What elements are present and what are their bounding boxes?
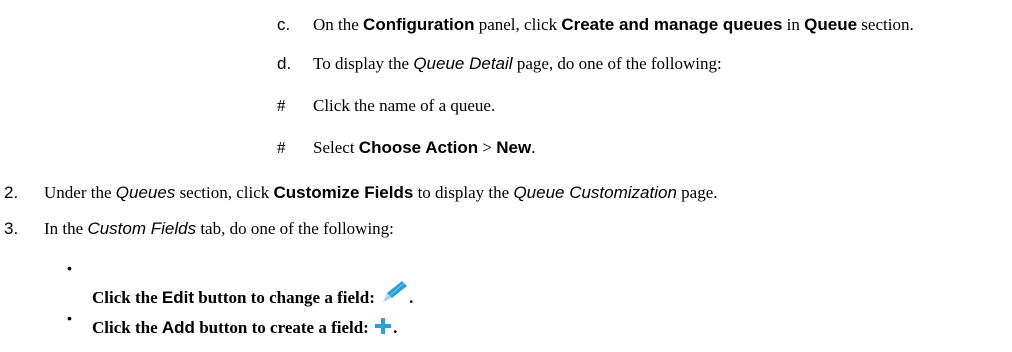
plus-icon — [375, 318, 392, 334]
bullet-2-text: Click the Add button to create a field: … — [92, 318, 398, 337]
step-c-text: On the Configuration panel, click Create… — [313, 15, 914, 34]
step-3-marker: 3. — [4, 219, 19, 238]
step-2-marker: 2. — [4, 183, 19, 202]
bullet-1-text: Click the Edit button to change a field:… — [92, 279, 413, 308]
step-d-subitem-2-text: Select Choose Action > New. — [313, 138, 536, 157]
bullet-2-marker: • — [67, 310, 72, 326]
bullet-1-marker: • — [67, 260, 72, 276]
step-c-marker: c. — [277, 15, 291, 34]
step-d-subitem-1-marker: # — [277, 96, 286, 115]
step-2-text: Under the Queues section, click Customiz… — [44, 183, 718, 202]
step-d-subitem-2-marker: # — [277, 138, 286, 157]
step-d-text: To display the Queue Detail page, do one… — [313, 54, 722, 73]
step-d-subitem-1-text: Click the name of a queue. — [313, 96, 496, 115]
step-d-marker: d. — [277, 54, 292, 73]
step-3-text: In the Custom Fields tab, do one of the … — [44, 219, 394, 238]
pencil-icon — [383, 281, 408, 302]
